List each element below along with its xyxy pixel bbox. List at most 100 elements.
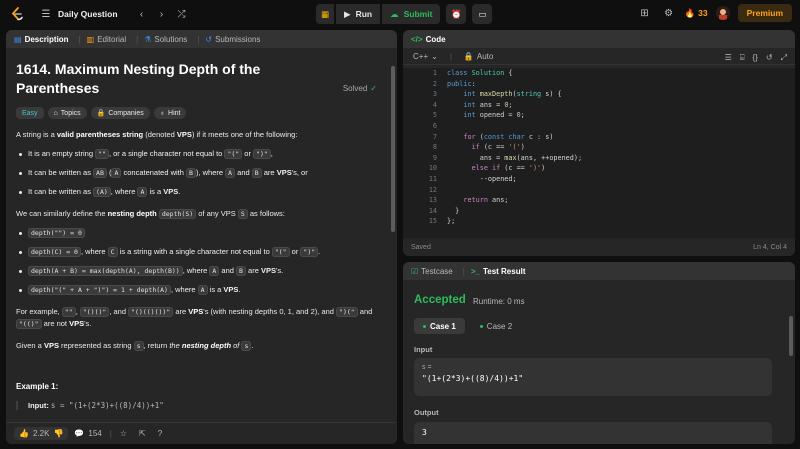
list-item: depth("(" + A + ")") = 1 + depth(A), whe… (16, 284, 379, 296)
input-value: "(1+(2*3)+((8)/4))+1" (422, 374, 524, 383)
braces-icon[interactable]: {} (753, 53, 758, 63)
solutions-icon: ⚗ (144, 34, 152, 44)
difficulty-badge: Easy (16, 107, 44, 119)
fullscreen-icon[interactable]: ⤢ (781, 53, 787, 63)
comment-icon: 💬 (74, 429, 85, 438)
question-title: 1614. Maximum Nesting Depth of the Paren… (16, 61, 261, 96)
settings-gear-icon[interactable]: ⚙ (661, 8, 677, 19)
lightbulb-icon: ♁ (159, 109, 166, 117)
problem-list-icon[interactable]: ☰ (38, 9, 54, 20)
avatar[interactable] (715, 6, 730, 20)
toolbar-divider: | (449, 51, 452, 61)
reset-icon[interactable]: ↺ (766, 53, 773, 63)
cloud-upload-icon: ☁ (390, 8, 399, 19)
companies-tag[interactable]: 🔒 Companies (90, 107, 150, 119)
premium-button[interactable]: Premium (737, 4, 792, 22)
case-2-tab[interactable]: Case 2 (471, 318, 521, 334)
tab-divider: | (462, 266, 465, 276)
list-item: It can be written as (A), where A is a V… (16, 186, 379, 198)
language-select[interactable]: C++ ⌄ (413, 52, 438, 61)
input-label: Input (414, 345, 433, 354)
tab-solutions[interactable]: ⚗ Solutions (144, 35, 191, 44)
case-tabs: Case 1 Case 2 (414, 318, 521, 334)
code-line: 9 ans = max(ans, ++opened); (432, 153, 583, 162)
paragraph: We can similarly define the nesting dept… (16, 209, 285, 219)
help-icon[interactable]: ? (158, 429, 162, 438)
tab-editorial[interactable]: ▥ Editorial (87, 35, 130, 44)
code-panel: </> Code C++ ⌄ | 🔒 Auto ☰ ⌸ {} ↺ ⤢ 1 clas… (403, 30, 795, 256)
description-content: 1614. Maximum Nesting Depth of the Paren… (6, 48, 389, 444)
output-label: Output (414, 408, 439, 417)
description-icon: ▤ (14, 34, 22, 44)
code-line: 5 int opened = 0; (432, 111, 525, 120)
solved-status: Solved ✓ (342, 84, 377, 93)
code-line: 13 return ans; (428, 196, 509, 205)
notes-button[interactable]: ▭ (472, 4, 493, 24)
paragraph: For example, "", "()()", and "()(()())" … (16, 307, 373, 329)
tab-divider: | (136, 34, 139, 44)
layout-icon[interactable]: ⊞ (637, 8, 653, 19)
runtime: Runtime: 0 ms (473, 297, 525, 306)
editorial-icon: ▥ (86, 34, 95, 44)
debug-button[interactable]: ▦ (316, 4, 335, 24)
topics-tag[interactable]: ⌂ Topics (47, 107, 87, 119)
star-icon[interactable]: ☆ (120, 429, 127, 438)
lock-icon: 🔒 (463, 51, 474, 61)
description-scrollbar[interactable] (391, 66, 395, 232)
tab-code[interactable]: </> Code (411, 35, 450, 44)
example-title: Example 1: (16, 382, 59, 391)
shuffle-icon[interactable]: ⤮ (174, 9, 190, 20)
list-item: depth(A + B) = max(depth(A), depth(B)), … (16, 265, 379, 277)
hint-tag[interactable]: ♁ Hint (153, 107, 187, 119)
list-item: It is an empty string "", or a single ch… (16, 148, 379, 160)
like-button[interactable]: 👍 2.2K 👎 (14, 427, 69, 440)
thumbs-up-icon: 👍 (19, 429, 29, 438)
description-footer: 👍 2.2K 👎 💬 154 | ☆ ⇱ ? (6, 422, 397, 444)
tab-description[interactable]: ▤ Description (14, 35, 73, 44)
save-status: Saved (411, 243, 431, 251)
run-button[interactable]: ▶ Run (336, 4, 381, 24)
tab-testcase[interactable]: ☑ Testcase (411, 267, 457, 276)
timer-button[interactable]: ⏰ (446, 4, 467, 24)
bookmark-icon[interactable]: ⌸ (740, 53, 745, 63)
description-tabs: ▤ Description | ▥ Editorial | ⚗ Solution… (6, 30, 397, 48)
code-line: 1 class Solution { (432, 69, 513, 77)
code-line: 8 if (c == '(') (432, 143, 525, 152)
description-panel: ▤ Description | ▥ Editorial | ⚗ Solution… (6, 30, 397, 444)
case-1-tab[interactable]: Case 1 (414, 318, 465, 334)
result-scrollbar[interactable] (789, 316, 793, 356)
lock-icon: 🔒 (96, 110, 106, 117)
checkbox-icon: ☑ (411, 266, 419, 276)
submit-button[interactable]: ☁ Submit (382, 4, 441, 24)
verdict: Accepted (414, 294, 466, 306)
leetcode-logo[interactable] (10, 7, 24, 21)
tag-icon: ⌂ (53, 109, 58, 117)
format-icon[interactable]: ☰ (725, 53, 732, 63)
auto-mode-toggle[interactable]: 🔒 Auto (464, 52, 493, 61)
test-result-panel: ☑ Testcase | >_ Test Result Accepted Run… (403, 262, 795, 444)
code-line: 11 --opened; (428, 174, 517, 183)
next-question-icon[interactable]: › (154, 9, 170, 20)
thumbs-down-icon[interactable]: 👎 (53, 429, 63, 438)
page-title[interactable]: Daily Question (58, 9, 118, 19)
editor-status-bar: Saved Ln 4, Col 4 (403, 238, 795, 256)
streak-counter[interactable]: 🔥 33 (685, 8, 708, 19)
editor-tools: ☰ ⌸ {} ↺ ⤢ (725, 53, 787, 63)
top-bar: ☰ Daily Question ‹ › ⤮ ▦ ▶ Run ☁ Submit … (0, 0, 800, 28)
share-icon[interactable]: ⇱ (139, 429, 146, 438)
prev-question-icon[interactable]: ‹ (134, 9, 150, 20)
code-line: 2 public: (432, 79, 476, 88)
code-line: 10 else if (c == ')') (428, 164, 546, 173)
list-item: depth(C) = 0, where C is a string with a… (16, 246, 379, 258)
example-input: Input: s = "(1+(2*3)+((8)/4))+1" (16, 401, 379, 410)
code-line: 6 (432, 121, 437, 130)
tab-test-result[interactable]: >_ Test Result (471, 267, 530, 276)
list-item: depth("") = 0 (16, 227, 379, 239)
history-icon: ↺ (205, 34, 213, 44)
code-editor[interactable]: 1 class Solution { 2 public: 3 int maxDept… (403, 68, 795, 238)
comments-button[interactable]: 💬 154 (74, 429, 101, 438)
depth-rules-list: depth("") = 0 depth(C) = 0, where C is a… (16, 227, 379, 296)
output-value: 3 (422, 428, 427, 437)
tab-divider: | (197, 34, 200, 44)
tab-submissions[interactable]: ↺ Submissions (205, 35, 264, 44)
